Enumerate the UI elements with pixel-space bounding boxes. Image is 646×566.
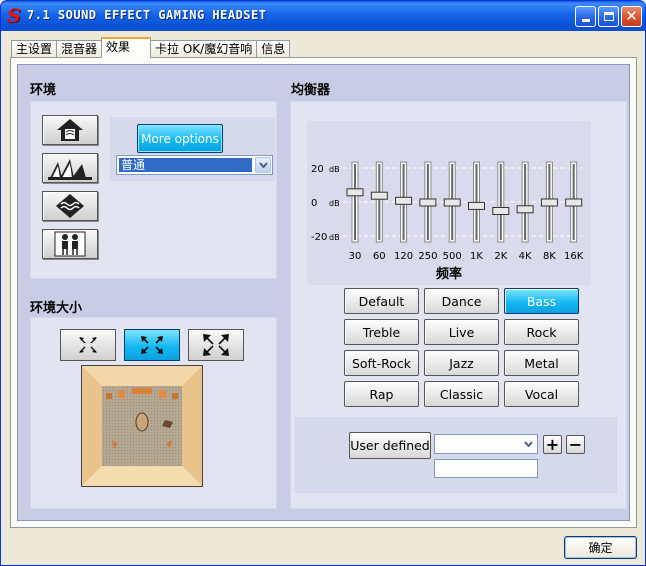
eq-frequency-label: 500 — [443, 251, 462, 262]
eq-slider-thumb[interactable] — [419, 198, 437, 207]
eq-slider-thumb[interactable] — [346, 188, 364, 197]
eq-slider-groove — [524, 164, 527, 240]
small-room-icon — [79, 337, 97, 353]
equalizer-sliders[interactable]: 20 dB0 dB-20 dB30 60 120 250 500 1K 2K 4K 8K 16K频率 — [307, 121, 591, 285]
close-icon: ✕ — [625, 7, 638, 25]
tab-info[interactable]: 信息 — [256, 40, 291, 58]
eq-frequency-label: 30 — [349, 251, 362, 262]
room-preview — [81, 365, 203, 487]
more-options-button[interactable]: More options — [137, 124, 223, 153]
size-small-button[interactable] — [60, 329, 116, 361]
db-label-top: 20 — [311, 164, 324, 175]
preset-rap-button[interactable]: Rap — [344, 381, 419, 407]
environment-size-title: 环境大小 — [30, 301, 83, 316]
figures-icon — [54, 231, 86, 257]
env-figures-button[interactable] — [42, 229, 98, 259]
eq-frequency-label: 4K — [519, 251, 532, 262]
equalizer-graph: 20 dB 0 dB -20 dB 30 60 120 250 500 1K 2K 4K 8K 16K 频率 — [307, 121, 591, 285]
eq-frequency-label: 2K — [494, 251, 507, 262]
eq-slider-thumb[interactable] — [516, 205, 534, 214]
house-icon — [57, 119, 83, 141]
eq-slider-thumb[interactable] — [565, 198, 583, 207]
preset-default-button[interactable]: Default — [344, 288, 419, 314]
eq-frequency-label: 120 — [394, 251, 413, 262]
user-preset-select[interactable] — [434, 434, 538, 454]
environment-title: 环境 — [30, 83, 57, 98]
env-underwater-button[interactable] — [42, 191, 98, 221]
eq-frequency-label: 1K — [470, 251, 483, 262]
eq-slider-thumb[interactable] — [492, 207, 510, 215]
environment-select[interactable]: 普通 — [116, 155, 273, 175]
tab-strip: 主设置 混音器 效果 卡拉 OK/魔幻音响 信息 — [11, 37, 291, 58]
preset-bass-button[interactable]: Bass — [504, 288, 579, 314]
env-opera-button[interactable] — [42, 153, 98, 183]
eq-slider-thumb[interactable] — [395, 196, 413, 205]
size-medium-button[interactable] — [124, 329, 180, 361]
add-preset-button[interactable]: + — [543, 435, 562, 454]
chevron-down-icon — [258, 162, 268, 168]
eq-frequency-label: 60 — [373, 251, 386, 262]
equalizer-title: 均衡器 — [291, 83, 331, 98]
large-room-icon — [203, 334, 229, 356]
medium-room-icon — [141, 336, 163, 354]
eq-slider-groove — [378, 164, 381, 240]
preset-metal-button[interactable]: Metal — [504, 350, 579, 376]
minimize-button[interactable] — [575, 6, 596, 27]
title-bar[interactable]: S 7.1 SOUND EFFECT GAMING HEADSET ✕ — [1, 1, 645, 31]
opera-house-icon — [48, 159, 92, 180]
close-button[interactable]: ✕ — [621, 6, 642, 27]
app-logo: S — [7, 5, 21, 27]
tab-mixer[interactable]: 混音器 — [56, 40, 103, 58]
preset-rock-button[interactable]: Rock — [504, 319, 579, 345]
ok-button[interactable]: 确定 — [564, 536, 637, 559]
env-house-button[interactable] — [42, 115, 98, 145]
effects-tab-panel: 环境 More options 普通 环境大小 均衡器 20 dB 0 dB -… — [10, 57, 637, 528]
environment-selected-value: 普通 — [119, 158, 252, 172]
environment-dropdown-button[interactable] — [255, 157, 271, 173]
preset-classic-button[interactable]: Classic — [424, 381, 499, 407]
minimize-icon — [581, 19, 590, 22]
eq-frequency-label: 250 — [418, 251, 437, 262]
preset-vocal-button[interactable]: Vocal — [504, 381, 579, 407]
user-defined-button[interactable]: User defined — [349, 432, 431, 459]
eq-slider-groove — [354, 164, 356, 240]
eq-slider-thumb[interactable] — [468, 201, 485, 210]
remove-preset-button[interactable]: − — [566, 435, 585, 454]
eq-frequency-label: 16K — [564, 251, 584, 262]
frequency-axis-label: 频率 — [436, 266, 462, 282]
eq-slider-thumb[interactable] — [370, 191, 388, 200]
tab-effects[interactable]: 效果 — [101, 37, 152, 58]
eq-slider-thumb[interactable] — [443, 198, 461, 207]
preset-live-button[interactable]: Live — [424, 319, 499, 345]
db-label-bottom: -20 — [311, 232, 327, 243]
preset-soft-rock-button[interactable]: Soft-Rock — [344, 350, 419, 376]
preset-jazz-button[interactable]: Jazz — [424, 350, 499, 376]
preset-name-input[interactable] — [434, 459, 538, 478]
db-unit-mid: dB — [329, 199, 340, 208]
maximize-button[interactable] — [598, 6, 619, 27]
db-unit-bottom: dB — [329, 233, 340, 242]
tab-karaoke[interactable]: 卡拉 OK/魔幻音响 — [150, 40, 258, 58]
main-window: S 7.1 SOUND EFFECT GAMING HEADSET ✕ 主设置 … — [0, 0, 646, 566]
chevron-down-icon — [523, 441, 533, 447]
underwater-icon — [56, 194, 84, 218]
eq-frequency-label: 8K — [543, 251, 556, 262]
size-large-button[interactable] — [188, 329, 244, 361]
user-defined-panel — [295, 417, 617, 493]
user-preset-dropdown-button[interactable] — [520, 436, 536, 452]
db-label-mid: 0 — [311, 198, 317, 209]
window-title: 7.1 SOUND EFFECT GAMING HEADSET — [27, 8, 267, 22]
effects-content: 环境 More options 普通 环境大小 均衡器 20 dB 0 dB -… — [17, 64, 630, 521]
preset-treble-button[interactable]: Treble — [344, 319, 419, 345]
room-preview-image — [82, 366, 202, 486]
eq-slider-thumb[interactable] — [540, 198, 558, 207]
eq-slider-groove — [499, 164, 502, 240]
maximize-icon — [603, 12, 614, 21]
tab-main-settings[interactable]: 主设置 — [11, 40, 58, 58]
db-unit-top: dB — [329, 165, 340, 174]
preset-dance-button[interactable]: Dance — [424, 288, 499, 314]
